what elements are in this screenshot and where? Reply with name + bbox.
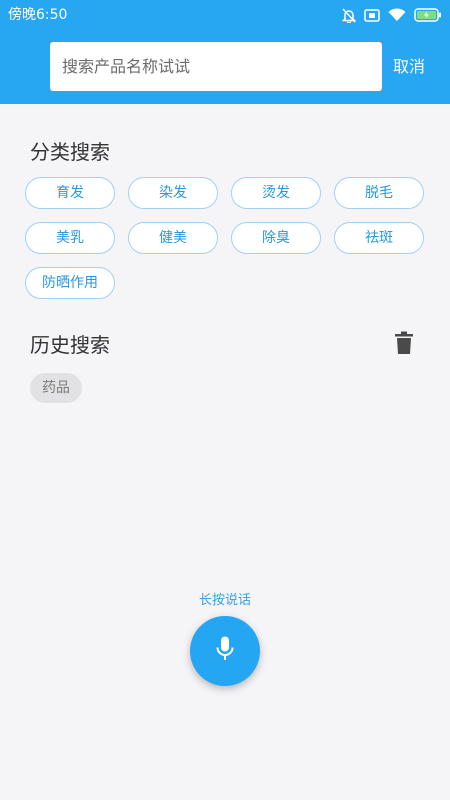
voice-button[interactable] bbox=[190, 616, 260, 686]
category-chip[interactable]: 脱毛 bbox=[334, 177, 424, 209]
bell-off-icon bbox=[342, 7, 356, 23]
top-bar: 傍晚6:50 搜索产品名称试试 取消 bbox=[0, 0, 450, 104]
status-icons bbox=[342, 7, 442, 23]
wifi-icon bbox=[388, 8, 406, 22]
voice-hint-label: 长按说话 bbox=[198, 593, 251, 608]
category-chip[interactable]: 除臭 bbox=[231, 222, 321, 254]
status-time: 傍晚6:50 bbox=[8, 7, 68, 23]
search-input[interactable] bbox=[50, 42, 382, 91]
category-chip[interactable]: 染发 bbox=[128, 177, 218, 209]
status-bar: 傍晚6:50 bbox=[0, 0, 450, 30]
history-item[interactable]: 药品 bbox=[30, 373, 82, 403]
trash-icon[interactable] bbox=[394, 331, 414, 355]
category-chip[interactable]: 美乳 bbox=[25, 222, 115, 254]
category-search-title: 分类搜索 bbox=[30, 140, 110, 164]
category-chip[interactable]: 健美 bbox=[128, 222, 218, 254]
history-search-title: 历史搜索 bbox=[30, 333, 110, 357]
category-chip[interactable]: 防晒作用 bbox=[25, 267, 115, 299]
category-chip[interactable]: 育发 bbox=[25, 177, 115, 209]
battery-charging-icon bbox=[414, 8, 442, 22]
search-box bbox=[50, 42, 382, 91]
category-chip[interactable]: 烫发 bbox=[231, 177, 321, 209]
cancel-button[interactable]: 取消 bbox=[393, 56, 425, 78]
microphone-icon bbox=[216, 636, 234, 666]
screen-icon bbox=[364, 8, 380, 22]
category-chip[interactable]: 祛斑 bbox=[334, 222, 424, 254]
